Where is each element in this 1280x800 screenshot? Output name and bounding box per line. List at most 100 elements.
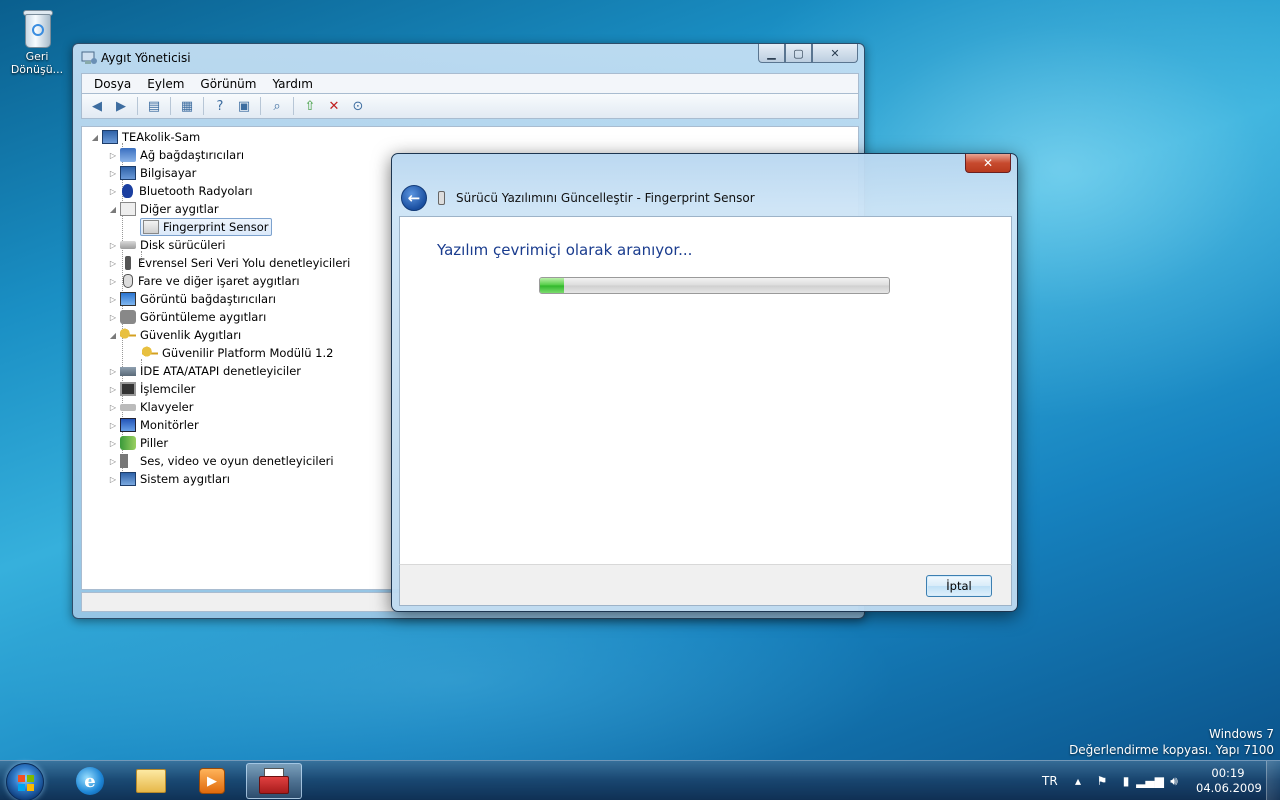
minimize-icon: ▁ xyxy=(767,46,776,60)
taskbar-media-player[interactable]: ▶ xyxy=(184,763,240,799)
expand-icon[interactable]: ▷ xyxy=(108,439,118,448)
security-key-icon xyxy=(142,346,158,360)
expand-icon[interactable]: ▷ xyxy=(108,187,118,196)
menu-action[interactable]: Eylem xyxy=(139,77,192,91)
taskbar-device-manager[interactable] xyxy=(246,763,302,799)
expand-icon[interactable]: ▷ xyxy=(108,259,118,268)
expand-icon[interactable]: ▷ xyxy=(108,367,118,376)
toolbar-separator xyxy=(203,97,204,115)
expand-icon[interactable]: ▷ xyxy=(108,457,118,466)
view-details-icon[interactable]: ▣ xyxy=(233,96,255,116)
update-driver-dialog: ✕ ← Sürücü Yazılımını Güncelleştir - Fin… xyxy=(391,153,1018,612)
update-driver-icon[interactable]: ⇧ xyxy=(299,96,321,116)
expand-icon[interactable]: ▷ xyxy=(108,241,118,250)
menu-view[interactable]: Görünüm xyxy=(192,77,264,91)
action-center-flag-icon[interactable]: ⚑ xyxy=(1094,773,1110,789)
expand-icon[interactable]: ▷ xyxy=(108,295,118,304)
power-icon[interactable]: ▮ xyxy=(1118,773,1134,789)
tree-root[interactable]: ◢ TEAkolik-Sam xyxy=(90,128,200,146)
start-button[interactable] xyxy=(6,763,44,800)
help-icon[interactable]: ? xyxy=(209,96,231,116)
show-hide-tree-icon[interactable]: ▤ xyxy=(143,96,165,116)
taskbar-internet-explorer[interactable]: e xyxy=(62,763,118,799)
device-manager-icon xyxy=(81,51,97,64)
tree-node-label: Fare ve diğer işaret aygıtları xyxy=(138,274,300,288)
forward-arrow-icon[interactable]: ▶ xyxy=(110,96,132,116)
disable-device-icon[interactable]: ⊙ xyxy=(347,96,369,116)
close-icon: ✕ xyxy=(982,156,994,170)
tree-node-display-adapters[interactable]: ▷ Görüntü bağdaştırıcıları xyxy=(108,290,276,308)
expand-icon[interactable]: ▷ xyxy=(108,151,118,160)
close-icon: ✕ xyxy=(830,46,840,60)
toolbar-separator xyxy=(293,97,294,115)
tree-node-sound[interactable]: ▷ Ses, video ve oyun denetleyicileri xyxy=(108,452,334,470)
windows-explorer-icon xyxy=(136,769,166,793)
uninstall-icon[interactable]: ✕ xyxy=(323,96,345,116)
tree-node-label: Diğer aygıtlar xyxy=(140,202,219,216)
security-key-icon xyxy=(120,328,136,342)
clock-date: 04.06.2009 xyxy=(1196,781,1262,795)
maximize-button[interactable]: ▢ xyxy=(785,44,812,63)
expand-icon[interactable]: ▷ xyxy=(108,385,118,394)
tree-node-disk-drives[interactable]: ▷ Disk sürücüleri xyxy=(108,236,226,254)
minimize-button[interactable]: ▁ xyxy=(758,44,785,63)
language-indicator[interactable]: TR xyxy=(1042,761,1058,800)
watermark-os: Windows 7 xyxy=(1208,727,1274,741)
tree-node-security-devices[interactable]: ◢ Güvenlik Aygıtları xyxy=(108,326,241,344)
internet-explorer-icon: e xyxy=(76,767,104,795)
expand-icon[interactable]: ▷ xyxy=(108,475,118,484)
tree-node-computer[interactable]: ▷ Bilgisayar xyxy=(108,164,196,182)
back-button[interactable]: ← xyxy=(401,185,427,211)
expand-icon[interactable]: ▷ xyxy=(108,313,118,322)
camera-icon xyxy=(120,310,136,324)
tree-node-keyboards[interactable]: ▷ Klavyeler xyxy=(108,398,194,416)
tree-node-ide-controllers[interactable]: ▷ IDE ATA/ATAPI denetleyiciler xyxy=(108,362,301,380)
search-progress-bar xyxy=(539,277,890,294)
taskbar-windows-explorer[interactable] xyxy=(123,763,179,799)
tree-node-label: IDE ATA/ATAPI denetleyiciler xyxy=(140,364,302,378)
volume-icon[interactable]: 🔊︎ xyxy=(1166,773,1182,789)
tree-node-label: Güvenlik Aygıtları xyxy=(140,328,242,342)
expand-icon[interactable]: ▷ xyxy=(108,403,118,412)
tree-node-network-adapters[interactable]: ▷ Ağ bağdaştırıcıları xyxy=(108,146,244,164)
menu-file[interactable]: Dosya xyxy=(86,77,139,91)
close-button[interactable]: ✕ xyxy=(812,44,858,63)
tree-node-label: Fingerprint Sensor xyxy=(163,220,269,234)
network-signal-icon[interactable]: ▂▄▆ xyxy=(1136,773,1164,789)
properties-icon[interactable]: ▦ xyxy=(176,96,198,116)
menu-bar: Dosya Eylem Görünüm Yardım xyxy=(81,73,859,93)
tree-node-bluetooth[interactable]: ▷ Bluetooth Radyoları xyxy=(108,182,253,200)
clock[interactable]: 00:19 04.06.2009 xyxy=(1196,766,1262,796)
tree-node-fingerprint-sensor[interactable]: Fingerprint Sensor xyxy=(140,218,273,236)
tree-node-other-devices[interactable]: ◢ Diğer aygıtlar xyxy=(108,200,219,218)
tree-node-label: Ağ bağdaştırıcıları xyxy=(140,148,245,162)
tree-node-batteries[interactable]: ▷ Piller xyxy=(108,434,168,452)
menu-help[interactable]: Yardım xyxy=(264,77,320,91)
dialog-close-button[interactable]: ✕ xyxy=(965,154,1011,173)
tree-node-processors[interactable]: ▷ İşlemciler xyxy=(108,380,195,398)
expand-icon[interactable]: ▷ xyxy=(108,277,118,286)
display-adapter-icon xyxy=(120,292,136,306)
toolbar-separator xyxy=(260,97,261,115)
expand-icon[interactable]: ▷ xyxy=(108,169,118,178)
scan-hardware-icon[interactable]: ⌕ xyxy=(266,96,288,116)
tree-node-usb-controllers[interactable]: ▷ Evrensel Seri Veri Yolu denetleyiciler… xyxy=(108,254,350,272)
tree-node-system-devices[interactable]: ▷ Sistem aygıtları xyxy=(108,470,230,488)
recycle-bin-icon xyxy=(21,8,53,48)
cancel-button[interactable]: İptal xyxy=(926,575,992,597)
collapse-icon[interactable]: ◢ xyxy=(108,331,118,340)
bluetooth-icon xyxy=(122,184,133,198)
toolbar-separator xyxy=(137,97,138,115)
recycle-bin-shortcut[interactable]: Geri Dönüşü... xyxy=(4,8,70,76)
tree-node-tpm[interactable]: Güvenilir Platform Modülü 1.2 xyxy=(140,344,333,362)
mouse-icon xyxy=(123,274,133,288)
show-hidden-icons-chevron-icon[interactable]: ▴ xyxy=(1070,773,1086,789)
expand-icon[interactable]: ▷ xyxy=(108,421,118,430)
back-arrow-icon[interactable]: ◀ xyxy=(86,96,108,116)
collapse-icon[interactable]: ◢ xyxy=(90,133,100,142)
tree-node-monitors[interactable]: ▷ Monitörler xyxy=(108,416,199,434)
show-desktop-button[interactable] xyxy=(1266,761,1280,800)
collapse-icon[interactable]: ◢ xyxy=(108,205,118,214)
tree-node-mice[interactable]: ▷ Fare ve diğer işaret aygıtları xyxy=(108,272,300,290)
tree-node-imaging-devices[interactable]: ▷ Görüntüleme aygıtları xyxy=(108,308,266,326)
